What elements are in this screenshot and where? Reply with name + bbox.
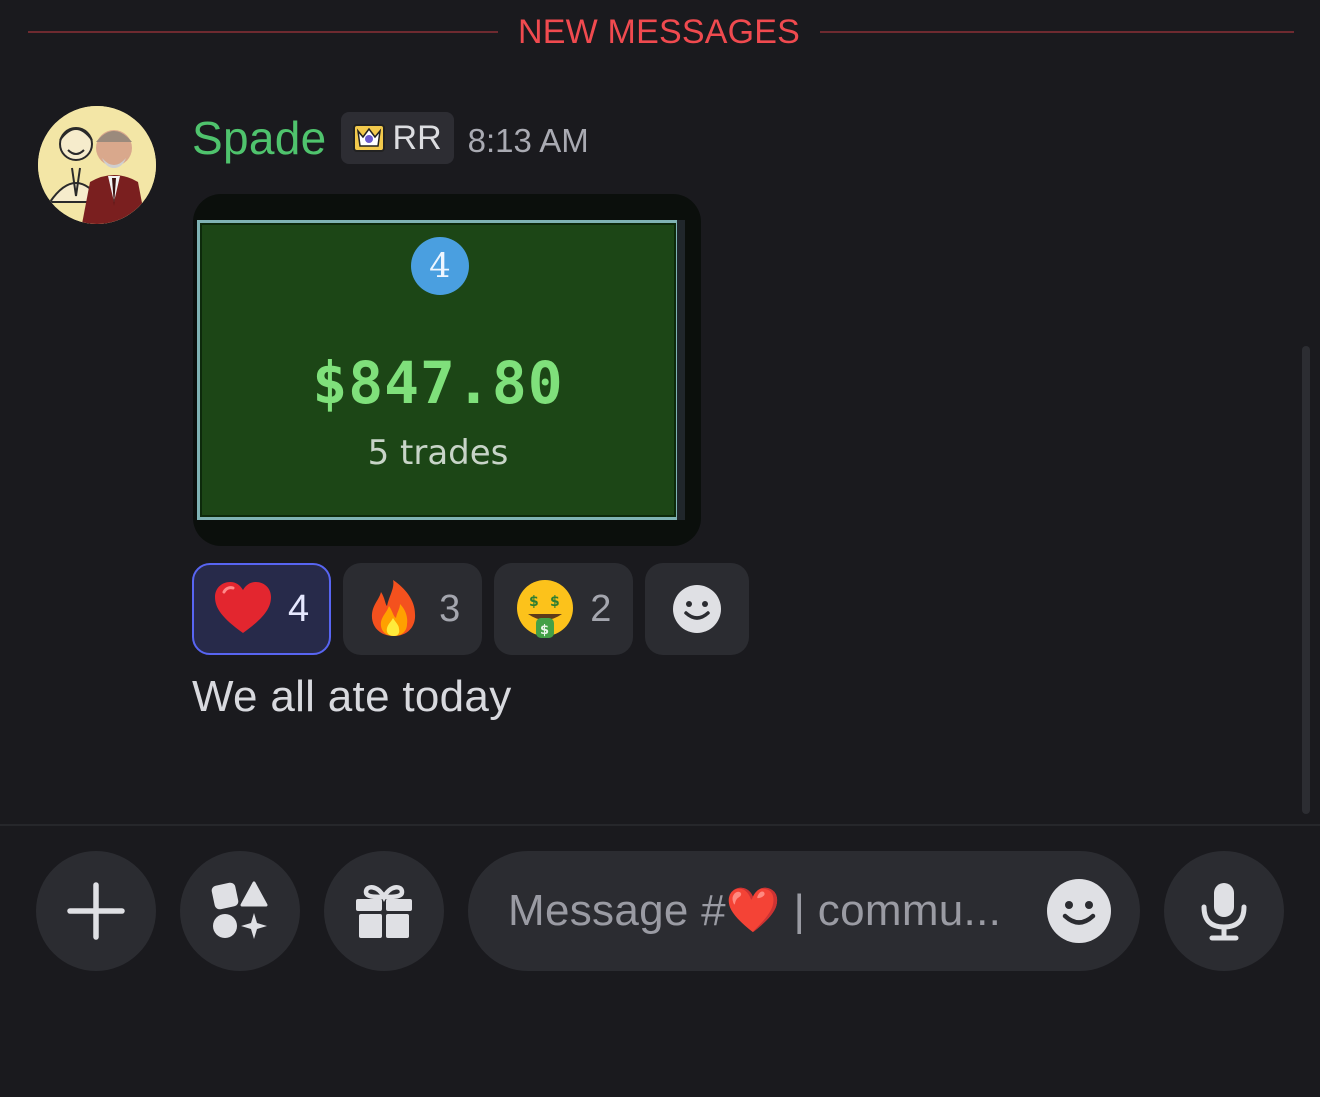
- gift-icon: [356, 885, 412, 938]
- card-edge: [677, 220, 685, 520]
- svg-text:$: $: [540, 623, 549, 638]
- message-body: We all ate today: [192, 672, 512, 721]
- new-messages-divider: NEW MESSAGES: [28, 12, 1294, 52]
- reaction-heart-count: 4: [288, 587, 310, 630]
- fire-icon: [372, 580, 416, 636]
- apps-shapes-icon: [211, 881, 268, 939]
- role-tag-label: RR: [392, 118, 442, 157]
- add-reaction-button[interactable]: [645, 563, 750, 655]
- reaction-money-mouth-count: 2: [590, 587, 612, 630]
- reaction-fire-count: 3: [439, 587, 461, 630]
- voice-message-button[interactable]: [1164, 851, 1284, 971]
- crown-icon: [352, 124, 385, 152]
- message-input[interactable]: Message #❤️ | commu...: [468, 851, 1140, 971]
- trades-count: 5 trades: [367, 433, 509, 473]
- apps-button[interactable]: [180, 851, 300, 971]
- chat-screen: NEW MESSAGES Spade RR 8:13 AM 4 $847.80 …: [0, 0, 1320, 1097]
- plus-icon: [67, 882, 125, 940]
- microphone-icon: [1201, 883, 1247, 941]
- gift-button[interactable]: [324, 851, 444, 971]
- emoji-picker-icon[interactable]: [1046, 878, 1112, 944]
- role-tag[interactable]: RR: [340, 112, 454, 164]
- profit-amount: $847.80: [312, 349, 564, 417]
- message-timestamp: 8:13 AM: [467, 122, 589, 159]
- reaction-heart[interactable]: 4: [192, 563, 332, 655]
- avatar[interactable]: [38, 106, 156, 224]
- message-header: Spade RR 8:13 AM: [192, 108, 589, 168]
- composer-separator: [0, 824, 1320, 826]
- scrollbar[interactable]: [1302, 346, 1310, 814]
- message-input-placeholder: Message #❤️ | commu...: [508, 886, 1002, 935]
- attach-button[interactable]: [36, 851, 156, 971]
- reaction-fire[interactable]: 3: [343, 563, 483, 655]
- svg-text:$: $: [550, 594, 560, 610]
- reaction-money-mouth[interactable]: $ $ $ 2: [494, 563, 634, 655]
- new-messages-label: NEW MESSAGES: [517, 13, 800, 51]
- divider-line-right: [820, 31, 1294, 33]
- money-mouth-face-icon: $ $ $: [517, 580, 574, 638]
- red-heart-icon: [215, 582, 271, 633]
- add-reaction-smiley-icon: [673, 585, 722, 633]
- image-attachment[interactable]: 4 $847.80 5 trades: [193, 194, 701, 546]
- reactions-bar: 4 3 $ $ $ 2: [192, 563, 750, 655]
- svg-text:$: $: [529, 594, 539, 610]
- author-name[interactable]: Spade: [192, 111, 327, 165]
- divider-line-left: [28, 31, 498, 33]
- leaderboard-card: 4 $847.80 5 trades: [197, 220, 679, 520]
- rank-badge: 4: [411, 237, 469, 295]
